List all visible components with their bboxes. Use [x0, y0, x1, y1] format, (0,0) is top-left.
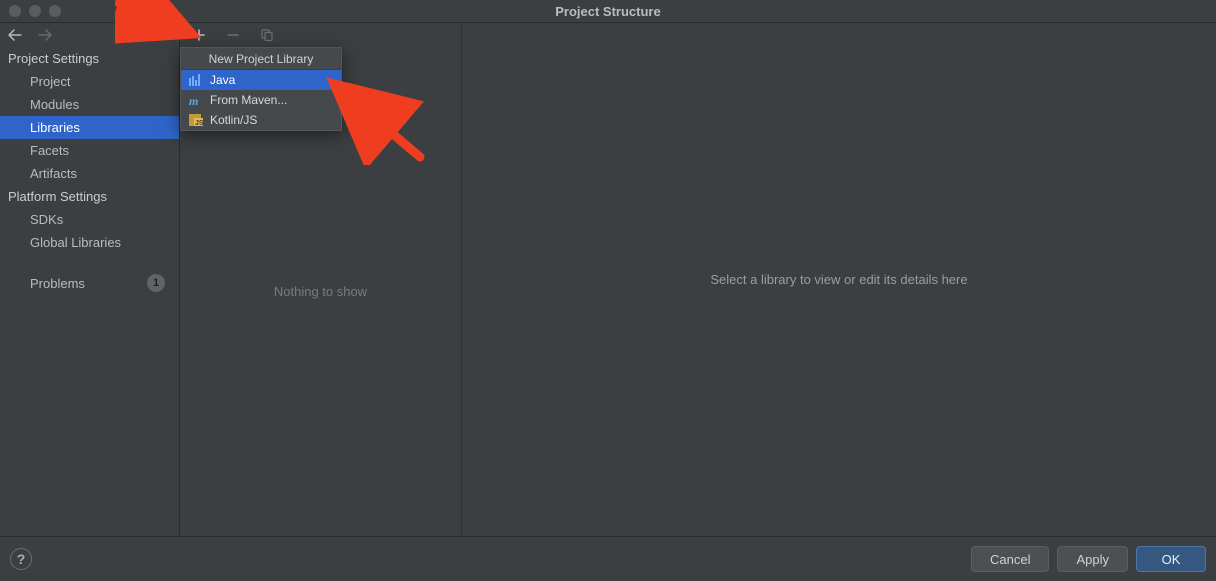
- popup-item-kotlin-js-label: Kotlin/JS: [210, 113, 257, 127]
- popup-item-kotlin-js[interactable]: JS Kotlin/JS: [181, 110, 341, 130]
- library-list-empty-text: Nothing to show: [274, 284, 367, 299]
- help-button[interactable]: ?: [10, 548, 32, 570]
- problems-count-badge: 1: [147, 274, 165, 292]
- apply-button[interactable]: Apply: [1057, 546, 1128, 572]
- apply-button-label: Apply: [1076, 552, 1109, 567]
- new-library-popup: New Project Library Java m From Maven...…: [180, 47, 342, 131]
- ok-button[interactable]: OK: [1136, 546, 1206, 572]
- cancel-button-label: Cancel: [990, 552, 1030, 567]
- help-icon: ?: [17, 551, 26, 567]
- library-toolbar: [180, 23, 461, 47]
- sidebar-item-facets[interactable]: Facets: [0, 139, 179, 162]
- sidebar-item-project[interactable]: Project: [0, 70, 179, 93]
- sidebar-heading-project-settings: Project Settings: [0, 47, 179, 70]
- forward-icon[interactable]: [38, 29, 50, 41]
- sidebar-item-global-libraries[interactable]: Global Libraries: [0, 231, 179, 254]
- nav-arrows: [0, 23, 179, 47]
- zoom-window-dot[interactable]: [49, 5, 61, 17]
- library-detail-hint: Select a library to view or edit its det…: [710, 272, 967, 287]
- window-controls: [0, 5, 61, 17]
- svg-text:m: m: [189, 94, 198, 106]
- ok-button-label: OK: [1162, 552, 1181, 567]
- sidebar-item-modules[interactable]: Modules: [0, 93, 179, 116]
- svg-text:JS: JS: [195, 120, 203, 126]
- popup-item-java-label: Java: [210, 73, 235, 87]
- sidebar-item-sdks[interactable]: SDKs: [0, 208, 179, 231]
- sidebar: Project Settings Project Modules Librari…: [0, 23, 180, 536]
- popup-item-maven[interactable]: m From Maven...: [181, 90, 341, 110]
- remove-library-button[interactable]: [226, 28, 240, 42]
- titlebar: Project Structure: [0, 0, 1216, 23]
- add-library-button[interactable]: [192, 28, 206, 42]
- maven-icon: m: [189, 93, 203, 107]
- kotlin-js-icon: JS: [189, 113, 203, 127]
- sidebar-item-problems[interactable]: Problems 1: [0, 270, 179, 296]
- sidebar-heading-platform-settings: Platform Settings: [0, 185, 179, 208]
- java-library-icon: [189, 73, 203, 87]
- minimize-window-dot[interactable]: [29, 5, 41, 17]
- problems-label: Problems: [30, 276, 85, 291]
- library-detail-panel: Select a library to view or edit its det…: [462, 23, 1216, 536]
- sidebar-item-libraries[interactable]: Libraries: [0, 116, 179, 139]
- cancel-button[interactable]: Cancel: [971, 546, 1049, 572]
- popup-item-java[interactable]: Java: [181, 70, 341, 90]
- sidebar-item-artifacts[interactable]: Artifacts: [0, 162, 179, 185]
- copy-library-button[interactable]: [260, 28, 274, 42]
- close-window-dot[interactable]: [9, 5, 21, 17]
- popup-item-maven-label: From Maven...: [210, 93, 287, 107]
- window-title: Project Structure: [0, 4, 1216, 19]
- new-library-popup-title: New Project Library: [181, 48, 341, 70]
- dialog-footer: ? Cancel Apply OK: [0, 536, 1216, 581]
- back-icon[interactable]: [8, 29, 20, 41]
